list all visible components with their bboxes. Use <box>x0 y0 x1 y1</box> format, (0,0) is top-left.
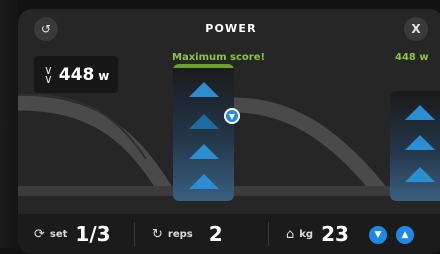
current-power-display: ∨ ∨ 448 w <box>34 56 118 93</box>
power-zone-column <box>173 64 234 201</box>
chevron-up-icon: ▲ <box>401 230 409 240</box>
panel-title: POWER <box>205 22 257 35</box>
reps-counter: ↻ reps 2 <box>152 214 223 254</box>
up-arrow-icon <box>405 167 435 182</box>
up-arrow-icon <box>405 105 435 120</box>
power-panel: ↺ POWER X ∨∨ 448 w Maximum score! 448 w <box>18 9 440 254</box>
decrease-weight-button[interactable]: ▼ <box>369 226 387 244</box>
chevron-down-icon: ▼ <box>374 230 382 240</box>
set-label: set <box>49 228 68 240</box>
set-value: 1/3 <box>75 222 111 246</box>
reps-value: 2 <box>208 222 223 246</box>
weight-counter: ⌂ kg 23 <box>286 214 349 254</box>
close-button[interactable]: X <box>404 17 428 41</box>
increase-weight-button[interactable]: ▲ <box>396 226 414 244</box>
up-arrow-icon <box>188 144 219 159</box>
target-power-label: 448 w <box>395 52 429 63</box>
repeat-icon: ↻ <box>152 226 163 242</box>
weight-icon: ⌂ <box>286 226 295 242</box>
power-value: 448 <box>58 64 95 85</box>
power-marker: ▼ <box>224 108 240 124</box>
power-unit: w <box>98 69 110 83</box>
panel-header: ↺ POWER X <box>18 9 440 49</box>
kg-value: 23 <box>321 222 349 246</box>
up-arrow-icon <box>405 135 435 150</box>
background-left-edge <box>0 0 18 248</box>
up-arrow-icon <box>188 174 219 189</box>
close-icon: X <box>411 22 421 36</box>
double-chevron-down-icon: ∨ ∨ <box>44 62 53 86</box>
power-track: ∨ ∨ 448 w Maximum score! 448 w ▼ <box>18 49 440 214</box>
up-arrow-icon <box>188 82 219 97</box>
workout-stats-bar: ⟳ set 1/3 ↻ reps 2 ⌂ kg 23 ▼ ▲ <box>18 214 440 254</box>
up-arrow-icon <box>188 114 219 129</box>
set-counter: ⟳ set 1/3 <box>34 214 111 254</box>
set-icon: ⟳ <box>34 226 45 242</box>
divider <box>268 222 269 246</box>
divider <box>134 222 135 246</box>
chevron-down-icon: ▼ <box>228 111 236 121</box>
max-score-label: Maximum score! <box>172 52 266 63</box>
kg-label: kg <box>299 228 314 240</box>
reps-label: reps <box>167 228 193 240</box>
next-zone-column <box>390 91 440 201</box>
